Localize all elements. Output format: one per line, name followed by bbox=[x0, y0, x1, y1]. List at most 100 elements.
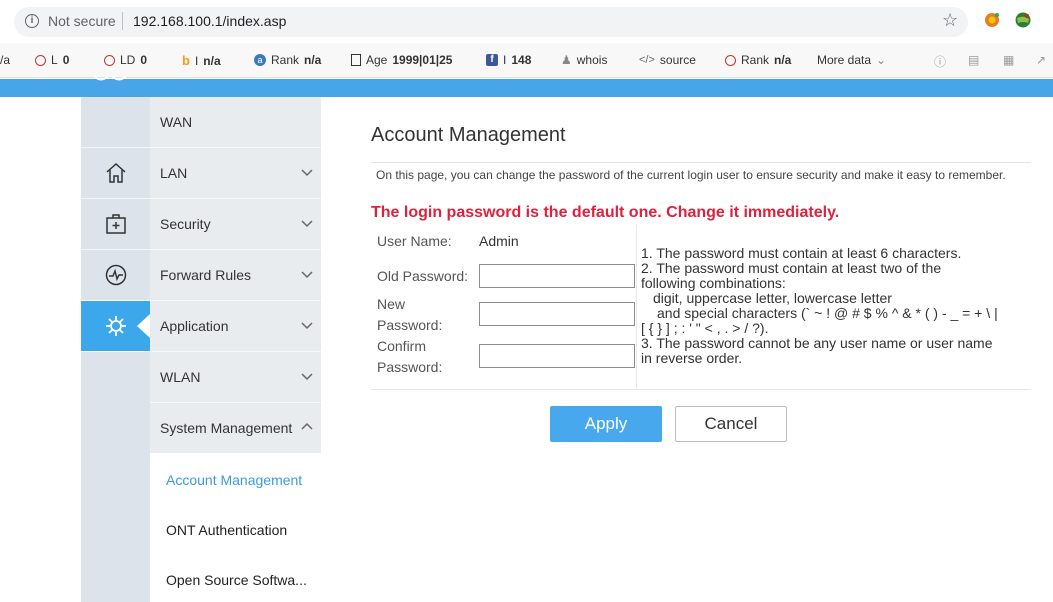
confirm-password-label-line2: Password: bbox=[377, 359, 443, 375]
seo-item-a[interactable]: /a bbox=[0, 53, 10, 67]
menu-item-application[interactable]: Application bbox=[150, 301, 321, 352]
seo-whois-label: whois bbox=[576, 53, 608, 67]
seo-item-rank1[interactable]: a Rank n/a bbox=[254, 53, 321, 67]
chevron-down-icon bbox=[301, 322, 313, 330]
menu-item-lan[interactable]: LAN bbox=[150, 148, 321, 199]
rule-line: digit, uppercase letter, lowercase lette… bbox=[653, 290, 892, 306]
rule-line: 2. The password must contain at least tw… bbox=[641, 260, 942, 276]
ring-icon bbox=[35, 54, 46, 66]
ring-icon bbox=[104, 54, 115, 66]
more-data-label: More data bbox=[817, 53, 872, 67]
chevron-down-icon bbox=[301, 220, 313, 228]
chevron-up-icon bbox=[301, 422, 313, 430]
confirm-password-input[interactable] bbox=[479, 344, 635, 368]
active-pointer bbox=[137, 314, 150, 338]
cancel-button[interactable]: Cancel bbox=[675, 406, 787, 442]
ring-icon bbox=[725, 54, 736, 66]
alexa-icon: a bbox=[254, 54, 266, 66]
rule-line: and special characters (` ~ ! @ # $ % ^ … bbox=[657, 305, 998, 321]
url-text[interactable]: 192.168.100.1/index.asp bbox=[133, 13, 286, 29]
chevron-down-icon bbox=[301, 169, 313, 177]
default-password-warning: The login password is the default one. C… bbox=[371, 204, 840, 221]
seo-item-facebook[interactable]: f I 148 bbox=[486, 53, 531, 67]
external-link-icon[interactable]: ↗ bbox=[1036, 53, 1046, 67]
password-rules: 1. The password must contain at least 6 … bbox=[641, 246, 1031, 366]
rule-line: [ { } ] ; : ' " < , . > / ?). bbox=[641, 320, 769, 336]
chevron-down-icon: ⌄ bbox=[876, 53, 887, 67]
sidebar-icon-security[interactable] bbox=[81, 199, 150, 250]
menu-item-security[interactable]: Security bbox=[150, 199, 321, 250]
info-icon[interactable]: i bbox=[25, 14, 39, 28]
username-label: User Name: bbox=[377, 233, 452, 249]
rule-line: 1. The password must contain at least 6 … bbox=[641, 245, 962, 261]
seo-l-value: 0 bbox=[62, 53, 70, 67]
extension-globe-icon[interactable] bbox=[1014, 11, 1032, 29]
menu-item-label: LAN bbox=[160, 165, 188, 181]
submenu-item-ont-authentication[interactable]: ONT Authentication bbox=[166, 522, 287, 538]
menu-item-label: Application bbox=[160, 318, 229, 334]
apply-button[interactable]: Apply bbox=[550, 406, 662, 442]
seo-age-value: 1999|01|25 bbox=[392, 53, 453, 67]
old-password-input[interactable] bbox=[479, 264, 635, 288]
seo-item-age[interactable]: Age 1999|01|25 bbox=[351, 53, 452, 67]
seo-item-rank2[interactable]: Rank n/a bbox=[725, 53, 791, 67]
menu-item-label: Security bbox=[160, 216, 211, 232]
seo-source-label: source bbox=[659, 53, 696, 67]
menu-item-forward-rules[interactable]: Forward Rules bbox=[150, 250, 321, 301]
sidebar-icon-column bbox=[81, 97, 150, 602]
menu-item-wlan[interactable]: WLAN bbox=[150, 352, 321, 403]
calendar-icon bbox=[351, 54, 361, 66]
sidebar-icon-home[interactable] bbox=[81, 148, 150, 199]
rule-line: following combinations: bbox=[641, 275, 786, 291]
submenu-item-account-management[interactable]: Account Management bbox=[166, 472, 302, 488]
submenu-item-open-source-software[interactable]: Open Source Softwa... bbox=[166, 572, 307, 588]
bing-icon: b bbox=[182, 53, 190, 68]
username-value: Admin bbox=[479, 233, 519, 249]
more-data-dropdown[interactable]: More data ⌄ bbox=[817, 53, 886, 67]
person-icon: ♟ bbox=[561, 53, 572, 67]
seo-fb-label: I bbox=[503, 53, 507, 67]
address-divider bbox=[122, 12, 123, 30]
star-icon[interactable]: ☆ bbox=[942, 10, 958, 31]
chevron-down-icon bbox=[301, 373, 313, 381]
seo-a-label: /a bbox=[0, 53, 11, 67]
seo-ld-value: 0 bbox=[140, 53, 148, 67]
new-password-label-line1: New bbox=[377, 296, 406, 312]
rule-line: 3. The password cannot be any user name … bbox=[641, 335, 993, 351]
header-banner bbox=[0, 79, 1053, 97]
seo-item-whois[interactable]: ♟ whois bbox=[561, 53, 607, 67]
code-icon: </> bbox=[639, 54, 655, 66]
seo-l-label: L bbox=[51, 53, 58, 67]
seo-fb-value: 148 bbox=[511, 53, 532, 67]
logo-icon bbox=[93, 75, 127, 81]
seo-item-l[interactable]: L0 bbox=[35, 53, 69, 67]
gear-icon bbox=[105, 316, 126, 336]
pulse-icon bbox=[105, 264, 126, 286]
chevron-down-icon bbox=[301, 271, 313, 279]
extension-flame-icon[interactable] bbox=[983, 11, 1001, 29]
seo-rank1-value: n/a bbox=[304, 53, 322, 67]
menu-item-system-management[interactable]: System Management bbox=[150, 403, 321, 454]
info-circle-icon[interactable]: ⓘ bbox=[934, 53, 946, 70]
seo-rank2-label: Rank bbox=[741, 53, 770, 67]
document-icon[interactable]: ▦ bbox=[1003, 53, 1014, 67]
monitor-icon[interactable]: ▤ bbox=[968, 53, 979, 67]
security-status[interactable]: Not secure bbox=[48, 13, 116, 29]
seo-i-label: I bbox=[194, 53, 199, 68]
seo-item-i[interactable]: b In/a bbox=[182, 53, 221, 68]
sidebar-icon-forward[interactable] bbox=[81, 250, 150, 301]
rule-line: in reverse order. bbox=[641, 350, 743, 366]
title-divider bbox=[371, 162, 1031, 163]
new-password-input[interactable] bbox=[479, 302, 635, 326]
seo-rank2-value: n/a bbox=[774, 53, 792, 67]
seo-toolbar: /a L0 LD 0 b In/a a Rank n/a Age 1999|01|25 f… bbox=[0, 43, 1053, 78]
confirm-password-label-line1: Confirm bbox=[377, 338, 427, 354]
menu-item-label: Forward Rules bbox=[160, 267, 252, 283]
facebook-icon: f bbox=[486, 54, 498, 66]
seo-age-label: Age bbox=[366, 53, 388, 67]
submenu: Account Management ONT Authentication Op… bbox=[150, 453, 321, 602]
seo-item-ld[interactable]: LD 0 bbox=[104, 53, 147, 67]
menu-item-wan[interactable]: WAN bbox=[150, 97, 321, 148]
page-description: On this page, you can change the passwor… bbox=[376, 168, 1006, 182]
seo-item-source[interactable]: </> source bbox=[639, 53, 696, 67]
